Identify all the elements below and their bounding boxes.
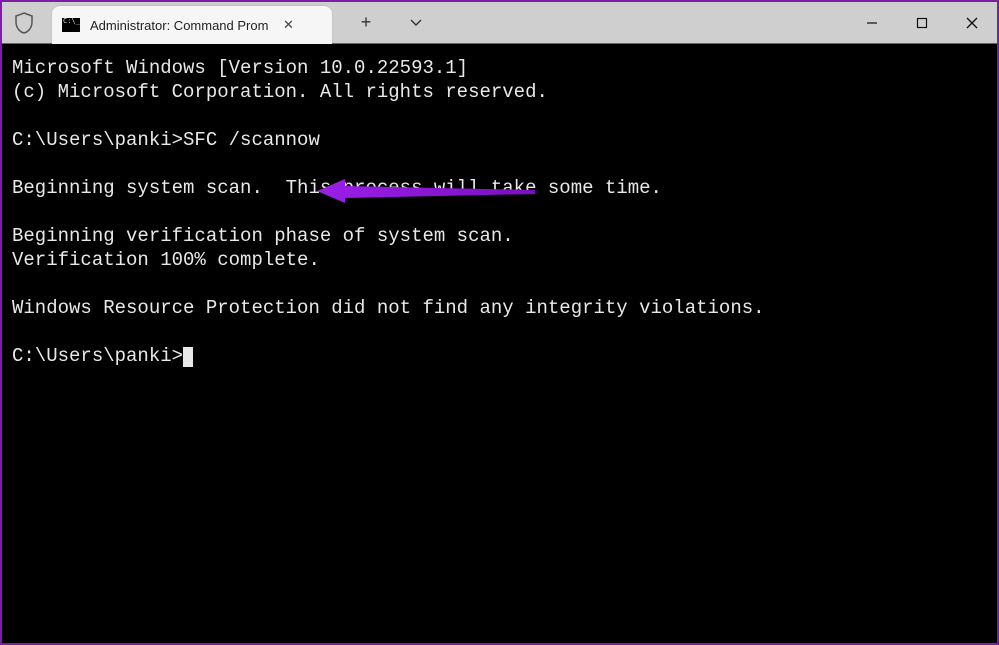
cmd-icon: [62, 18, 80, 32]
terminal-window: Administrator: Command Prom ✕ + Microsof…: [2, 2, 997, 643]
tab-title: Administrator: Command Prom: [90, 18, 268, 33]
window-controls: [847, 2, 997, 43]
tab-close-button[interactable]: ✕: [278, 15, 298, 35]
line: Microsoft Windows [Version 10.0.22593.1]: [12, 57, 468, 79]
prompt: C:\Users\panki>: [12, 129, 183, 151]
cursor: [183, 347, 193, 367]
line: Beginning system scan. This process will…: [12, 177, 662, 199]
line: Windows Resource Protection did not find…: [12, 297, 765, 319]
shield-icon: [2, 2, 46, 43]
close-button[interactable]: [947, 2, 997, 43]
prompt: C:\Users\panki>: [12, 345, 183, 367]
line: Verification 100% complete.: [12, 249, 320, 271]
line: Beginning verification phase of system s…: [12, 225, 514, 247]
new-tab-button[interactable]: +: [352, 9, 380, 37]
line: (c) Microsoft Corporation. All rights re…: [12, 81, 548, 103]
terminal-output[interactable]: Microsoft Windows [Version 10.0.22593.1]…: [2, 44, 997, 643]
tab-actions: +: [332, 2, 430, 43]
tab-active[interactable]: Administrator: Command Prom ✕: [52, 6, 332, 44]
command: SFC /scannow: [183, 129, 320, 151]
maximize-button[interactable]: [897, 2, 947, 43]
tab-dropdown-button[interactable]: [402, 9, 430, 37]
titlebar[interactable]: Administrator: Command Prom ✕ +: [2, 2, 997, 44]
minimize-button[interactable]: [847, 2, 897, 43]
